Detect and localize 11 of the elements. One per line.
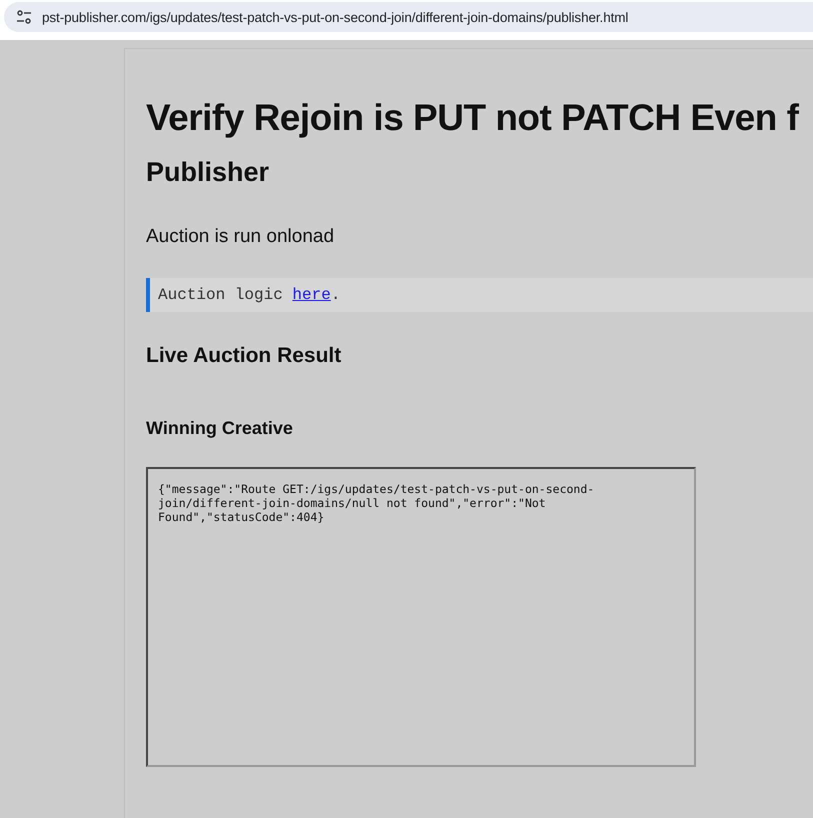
page-subtitle: Publisher: [146, 157, 270, 188]
section-heading: Live Auction Result: [146, 344, 342, 368]
page-title: Verify Rejoin is PUT not PATCH Even f: [146, 97, 800, 139]
section-subheading: Winning Creative: [146, 418, 294, 439]
site-settings-icon[interactable]: [16, 9, 32, 25]
here-link[interactable]: here: [292, 286, 331, 304]
url-text: pst-publisher.com/igs/updates/test-patch-vs-put-on-second-join/different-join-domains/publisher.html: [42, 10, 628, 24]
address-bar[interactable]: pst-publisher.com/igs/updates/test-patch-vs-put-on-second-join/different-join-domains/publisher.html: [4, 2, 813, 32]
code-note: Auction logic here.: [146, 278, 813, 312]
error-response-text: {"message":"Route GET:/igs/updates/test-patch-vs-put-on-second-join/different-join-domains/null not found","error":"Not Found","statusCode":404}: [158, 483, 596, 524]
intro-text: Auction is run onlonad: [146, 226, 336, 248]
